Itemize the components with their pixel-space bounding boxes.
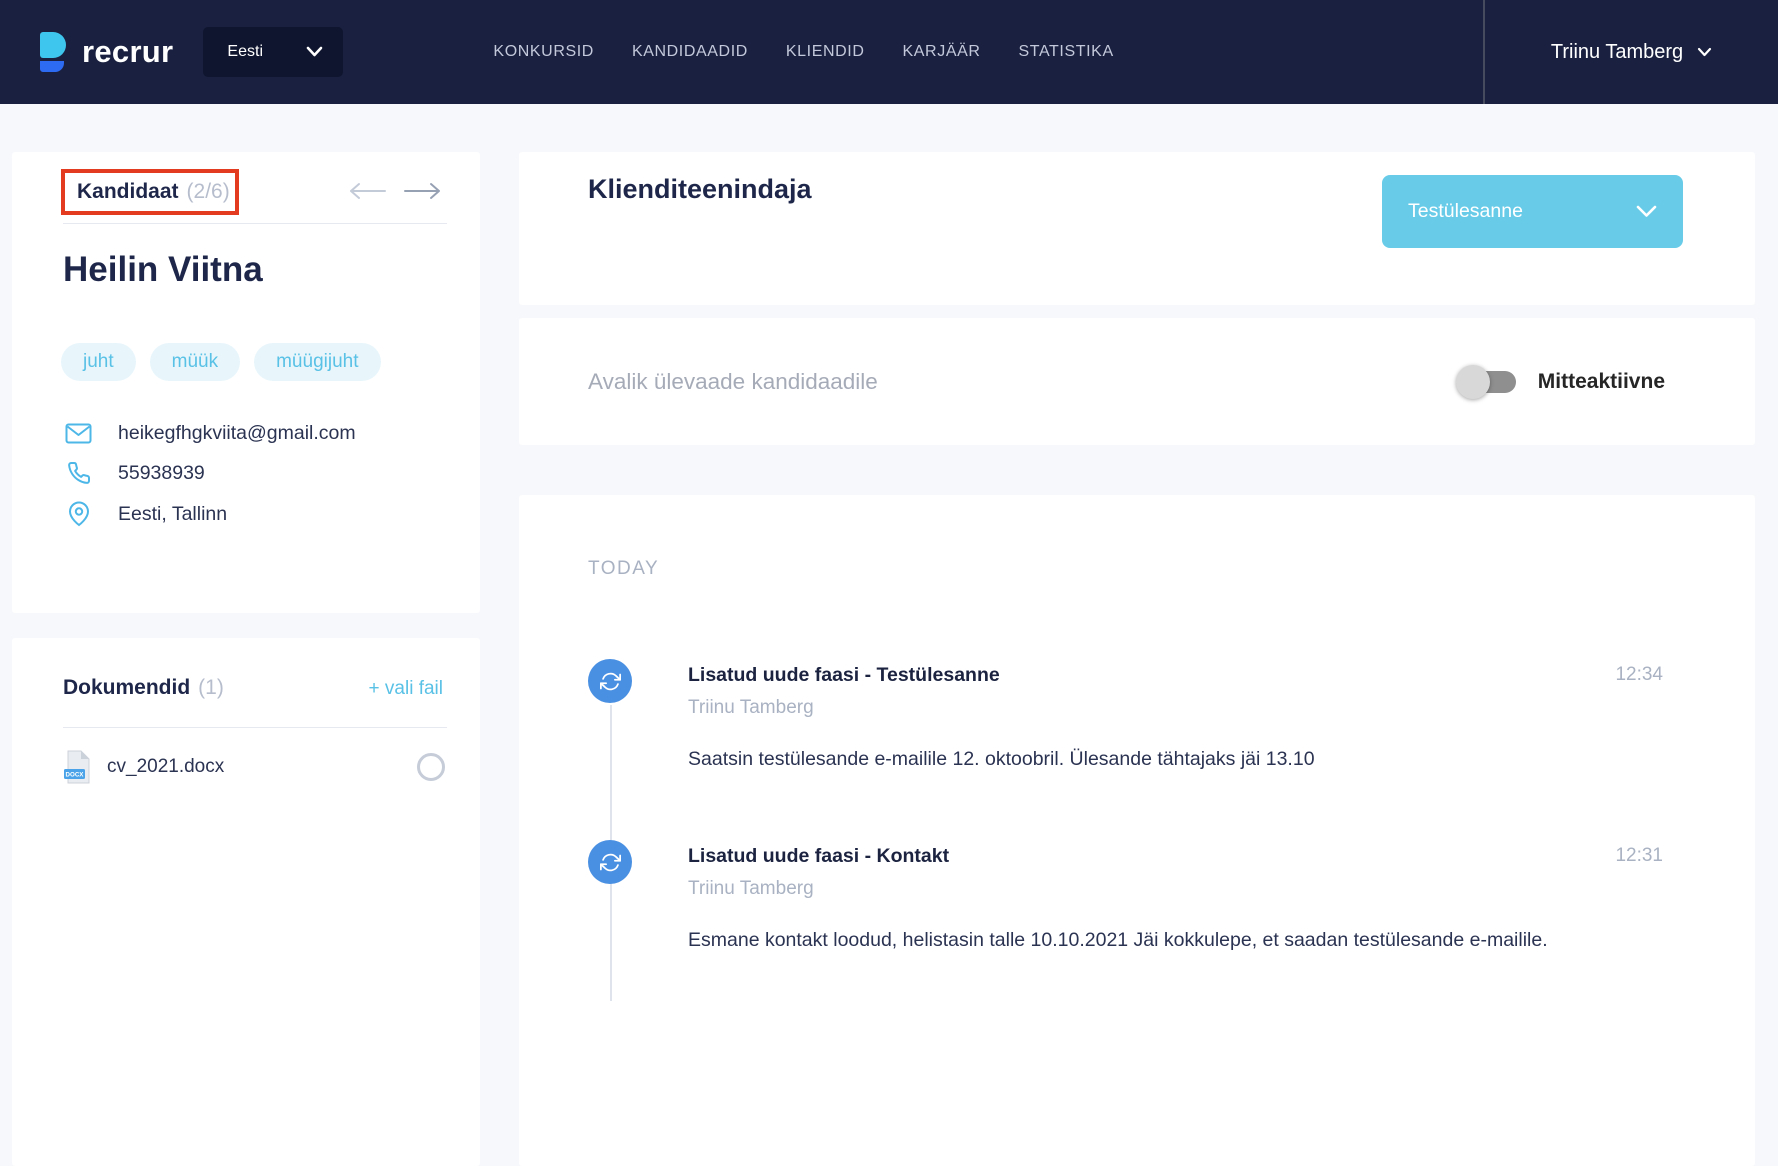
contact-list: heikegfhgkviita@gmail.com 55938939 Eesti… — [65, 422, 356, 527]
divider — [63, 223, 447, 224]
candidate-email: heikegfhgkviita@gmail.com — [118, 422, 356, 445]
tag-muuk: müük — [150, 343, 240, 381]
nav-item-statistika[interactable]: STATISTIKA — [1019, 43, 1114, 61]
candidate-tags: juht müük müügijuht — [61, 343, 381, 381]
svg-text:DOCX: DOCX — [66, 772, 85, 779]
documents-header: Dokumendid (1) + vali fail — [63, 676, 443, 700]
documents-counter: (1) — [198, 676, 224, 700]
candidate-card: Kandidaat (2/6) Heilin Viitna juht müük … — [12, 152, 480, 613]
event-author: Triinu Tamberg — [688, 878, 1663, 900]
event-author: Triinu Tamberg — [688, 697, 1663, 719]
user-name: Triinu Tamberg — [1551, 41, 1683, 64]
docx-file-icon: DOCX — [63, 750, 91, 784]
tag-juht: juht — [61, 343, 136, 381]
annotation-box: Kandidaat (2/6) — [61, 169, 239, 215]
next-arrow-icon[interactable] — [403, 182, 443, 200]
phase-change-icon — [588, 840, 632, 884]
timeline-group-label: TODAY — [588, 558, 659, 580]
location-icon — [65, 501, 92, 527]
phase-dropdown-button[interactable]: Testülesanne — [1382, 175, 1683, 248]
location-row: Eesti, Tallinn — [65, 501, 356, 527]
toggle-knob — [1456, 365, 1490, 399]
phase-dropdown-label: Testülesanne — [1408, 200, 1523, 223]
timeline-event: Lisatud uude faasi - Kontakt 12:31 Triin… — [588, 840, 1663, 953]
candidate-card-title: Kandidaat — [77, 180, 179, 204]
tag-muugijuht: müügijuht — [254, 343, 380, 381]
toggle-group: Mitteaktiivne — [1460, 318, 1665, 445]
nav-item-kliendid[interactable]: KLIENDID — [786, 43, 865, 61]
chevron-down-icon — [1697, 47, 1712, 57]
nav-item-karjaar[interactable]: KARJÄÄR — [903, 43, 981, 61]
toggle-state-label: Mitteaktiivne — [1538, 370, 1665, 394]
event-title: Lisatud uude faasi - Kontakt — [688, 845, 949, 868]
chevron-down-icon — [1636, 205, 1657, 218]
recrur-logo-icon — [40, 32, 66, 72]
event-content: Lisatud uude faasi - Kontakt 12:31 Triin… — [688, 840, 1663, 953]
timeline-band: TODAY Lisatud uude faasi - Testülesanne … — [519, 495, 1755, 1166]
position-header-band: Klienditeenindaja Testülesanne — [519, 152, 1755, 305]
event-time: 12:34 — [1615, 664, 1663, 686]
event-body: Saatsin testülesande e-mailile 12. oktoo… — [688, 746, 1663, 772]
phase-change-icon — [588, 659, 632, 703]
position-title: Klienditeenindaja — [588, 174, 812, 205]
language-selector[interactable]: Eesti — [203, 27, 343, 77]
candidate-location: Eesti, Tallinn — [118, 503, 227, 526]
app-logo[interactable]: recrur — [40, 32, 173, 72]
file-row[interactable]: DOCX cv_2021.docx — [63, 750, 445, 784]
event-body: Esmane kontakt loodud, helistasin talle … — [688, 927, 1663, 953]
public-overview-toggle[interactable] — [1460, 371, 1516, 393]
nav-item-konkursid[interactable]: KONKURSID — [493, 43, 594, 61]
chevron-down-icon — [306, 46, 323, 58]
phone-row: 55938939 — [65, 461, 356, 485]
public-overview-band: Avalik ülevaade kandidaadile Mitteaktiiv… — [519, 318, 1755, 445]
language-value: Eesti — [227, 43, 263, 61]
public-overview-label: Avalik ülevaade kandidaadile — [588, 369, 878, 395]
select-file-link[interactable]: + vali fail — [369, 678, 443, 700]
file-select-circle[interactable] — [417, 753, 445, 781]
prev-arrow-icon[interactable] — [347, 182, 387, 200]
candidate-counter: (2/6) — [187, 180, 230, 204]
timeline-event: Lisatud uude faasi - Testülesanne 12:34 … — [588, 659, 1663, 772]
file-name: cv_2021.docx — [107, 756, 224, 778]
nav-item-kandidaadid[interactable]: KANDIDAADID — [632, 43, 748, 61]
email-icon — [65, 423, 92, 444]
documents-title: Dokumendid — [63, 676, 190, 700]
phone-icon — [65, 461, 92, 485]
brand-name: recrur — [82, 34, 173, 70]
user-menu[interactable]: Triinu Tamberg — [1483, 0, 1778, 104]
documents-card: Dokumendid (1) + vali fail DOCX cv_2021.… — [12, 638, 480, 1166]
candidate-pager — [347, 182, 443, 200]
divider — [63, 727, 447, 728]
candidate-phone: 55938939 — [118, 462, 205, 485]
main-nav: KONKURSID KANDIDAADID KLIENDID KARJÄÄR S… — [493, 43, 1113, 61]
candidate-name: Heilin Viitna — [63, 250, 263, 290]
top-navbar: recrur Eesti KONKURSID KANDIDAADID KLIEN… — [0, 0, 1778, 104]
email-row: heikegfhgkviita@gmail.com — [65, 422, 356, 445]
event-time: 12:31 — [1615, 845, 1663, 867]
event-content: Lisatud uude faasi - Testülesanne 12:34 … — [688, 659, 1663, 772]
event-title: Lisatud uude faasi - Testülesanne — [688, 664, 1000, 687]
